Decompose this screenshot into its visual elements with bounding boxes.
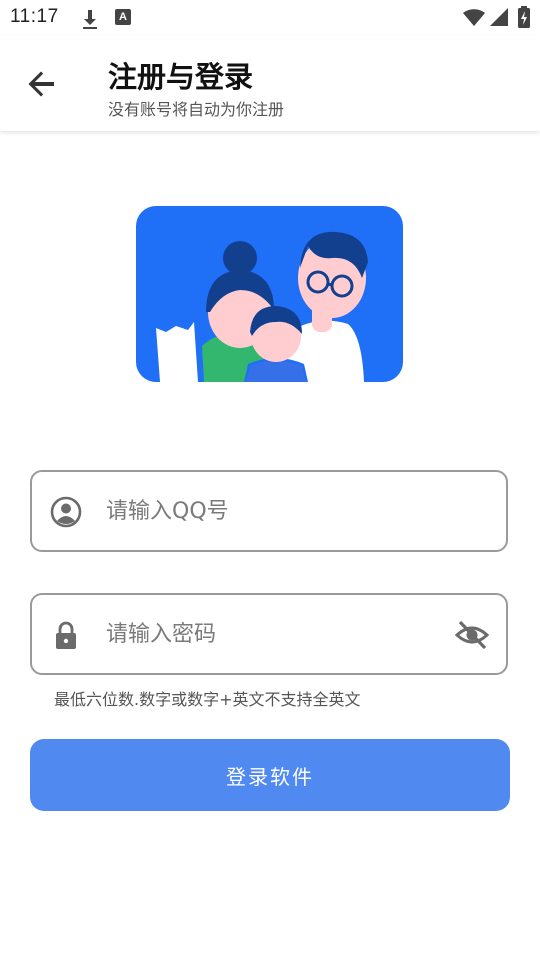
qq-input[interactable]	[106, 472, 436, 550]
password-hint: 最低六位数.数字或数字+英文不支持全英文	[54, 690, 361, 709]
family-illustration	[136, 206, 403, 382]
login-button[interactable]: 登录软件	[30, 739, 510, 811]
a-notification-icon: A	[115, 9, 131, 25]
signal-icon	[490, 8, 508, 26]
download-icon	[83, 10, 97, 29]
battery-charging-icon	[518, 6, 530, 28]
eye-off-icon[interactable]	[454, 617, 490, 653]
wifi-icon	[463, 9, 485, 26]
qq-field[interactable]	[30, 470, 508, 552]
status-bar: 11:17 A	[0, 0, 540, 36]
password-field[interactable]	[30, 593, 508, 675]
page-title: 注册与登录	[108, 60, 254, 94]
user-circle-icon	[50, 496, 82, 528]
status-time: 11:17	[10, 6, 59, 27]
arrow-back-icon[interactable]	[24, 66, 60, 102]
app-bar: 注册与登录 没有账号将自动为你注册	[0, 36, 540, 131]
page-subtitle: 没有账号将自动为你注册	[108, 100, 285, 119]
password-input[interactable]	[106, 595, 436, 673]
lock-icon	[56, 621, 76, 649]
